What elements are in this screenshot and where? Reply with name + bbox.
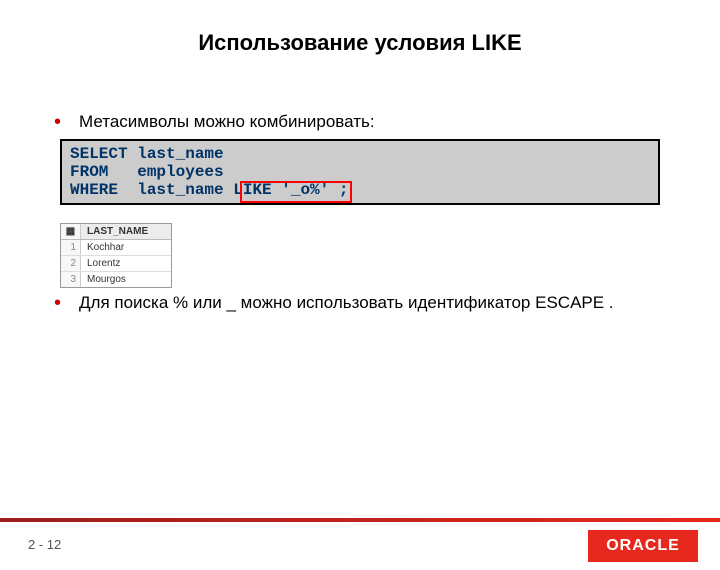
- table-row: 1 Kochhar: [61, 240, 171, 256]
- grid-corner-icon: ▦: [61, 224, 81, 239]
- slide: Использование условия LIKE • Метасимволы…: [0, 30, 720, 570]
- result-header-label: LAST_NAME: [81, 224, 171, 239]
- row-num: 1: [61, 240, 81, 255]
- sql-line-1: SELECT last_name: [70, 145, 224, 163]
- row-num: 3: [61, 272, 81, 287]
- sql-line-3a: WHERE last_name: [70, 181, 233, 199]
- footer-divider: [0, 518, 720, 522]
- result-header-row: ▦ LAST_NAME: [61, 224, 171, 240]
- page-value: 12: [47, 537, 61, 552]
- page-prefix: 2 -: [28, 537, 47, 552]
- row-val: Mourgos: [81, 272, 171, 287]
- bullet-2: • Для поиска % или _ можно использовать …: [54, 292, 666, 314]
- bullet-dot-icon: •: [54, 292, 61, 314]
- bullet-1-text: Метасимволы можно комбинировать:: [79, 111, 666, 133]
- result-table: ▦ LAST_NAME 1 Kochhar 2 Lorentz 3 Mourgo…: [60, 223, 172, 288]
- bullet-dot-icon: •: [54, 111, 61, 133]
- row-val: Kochhar: [81, 240, 171, 255]
- row-num: 2: [61, 256, 81, 271]
- table-row: 2 Lorentz: [61, 256, 171, 272]
- bullet-2-text: Для поиска % или _ можно использовать ид…: [79, 292, 666, 314]
- table-row: 3 Mourgos: [61, 272, 171, 287]
- slide-title: Использование условия LIKE: [0, 30, 720, 56]
- sql-code-box: SELECT last_name FROM employees WHERE la…: [60, 139, 660, 205]
- page-number: 2 - 12: [28, 537, 61, 552]
- highlight-box: [240, 181, 352, 203]
- bullet-1: • Метасимволы можно комбинировать:: [54, 111, 666, 133]
- slide-content: • Метасимволы можно комбинировать: SELEC…: [54, 111, 666, 314]
- sql-line-2: FROM employees: [70, 163, 224, 181]
- oracle-logo: ORACLE: [588, 530, 698, 562]
- row-val: Lorentz: [81, 256, 171, 271]
